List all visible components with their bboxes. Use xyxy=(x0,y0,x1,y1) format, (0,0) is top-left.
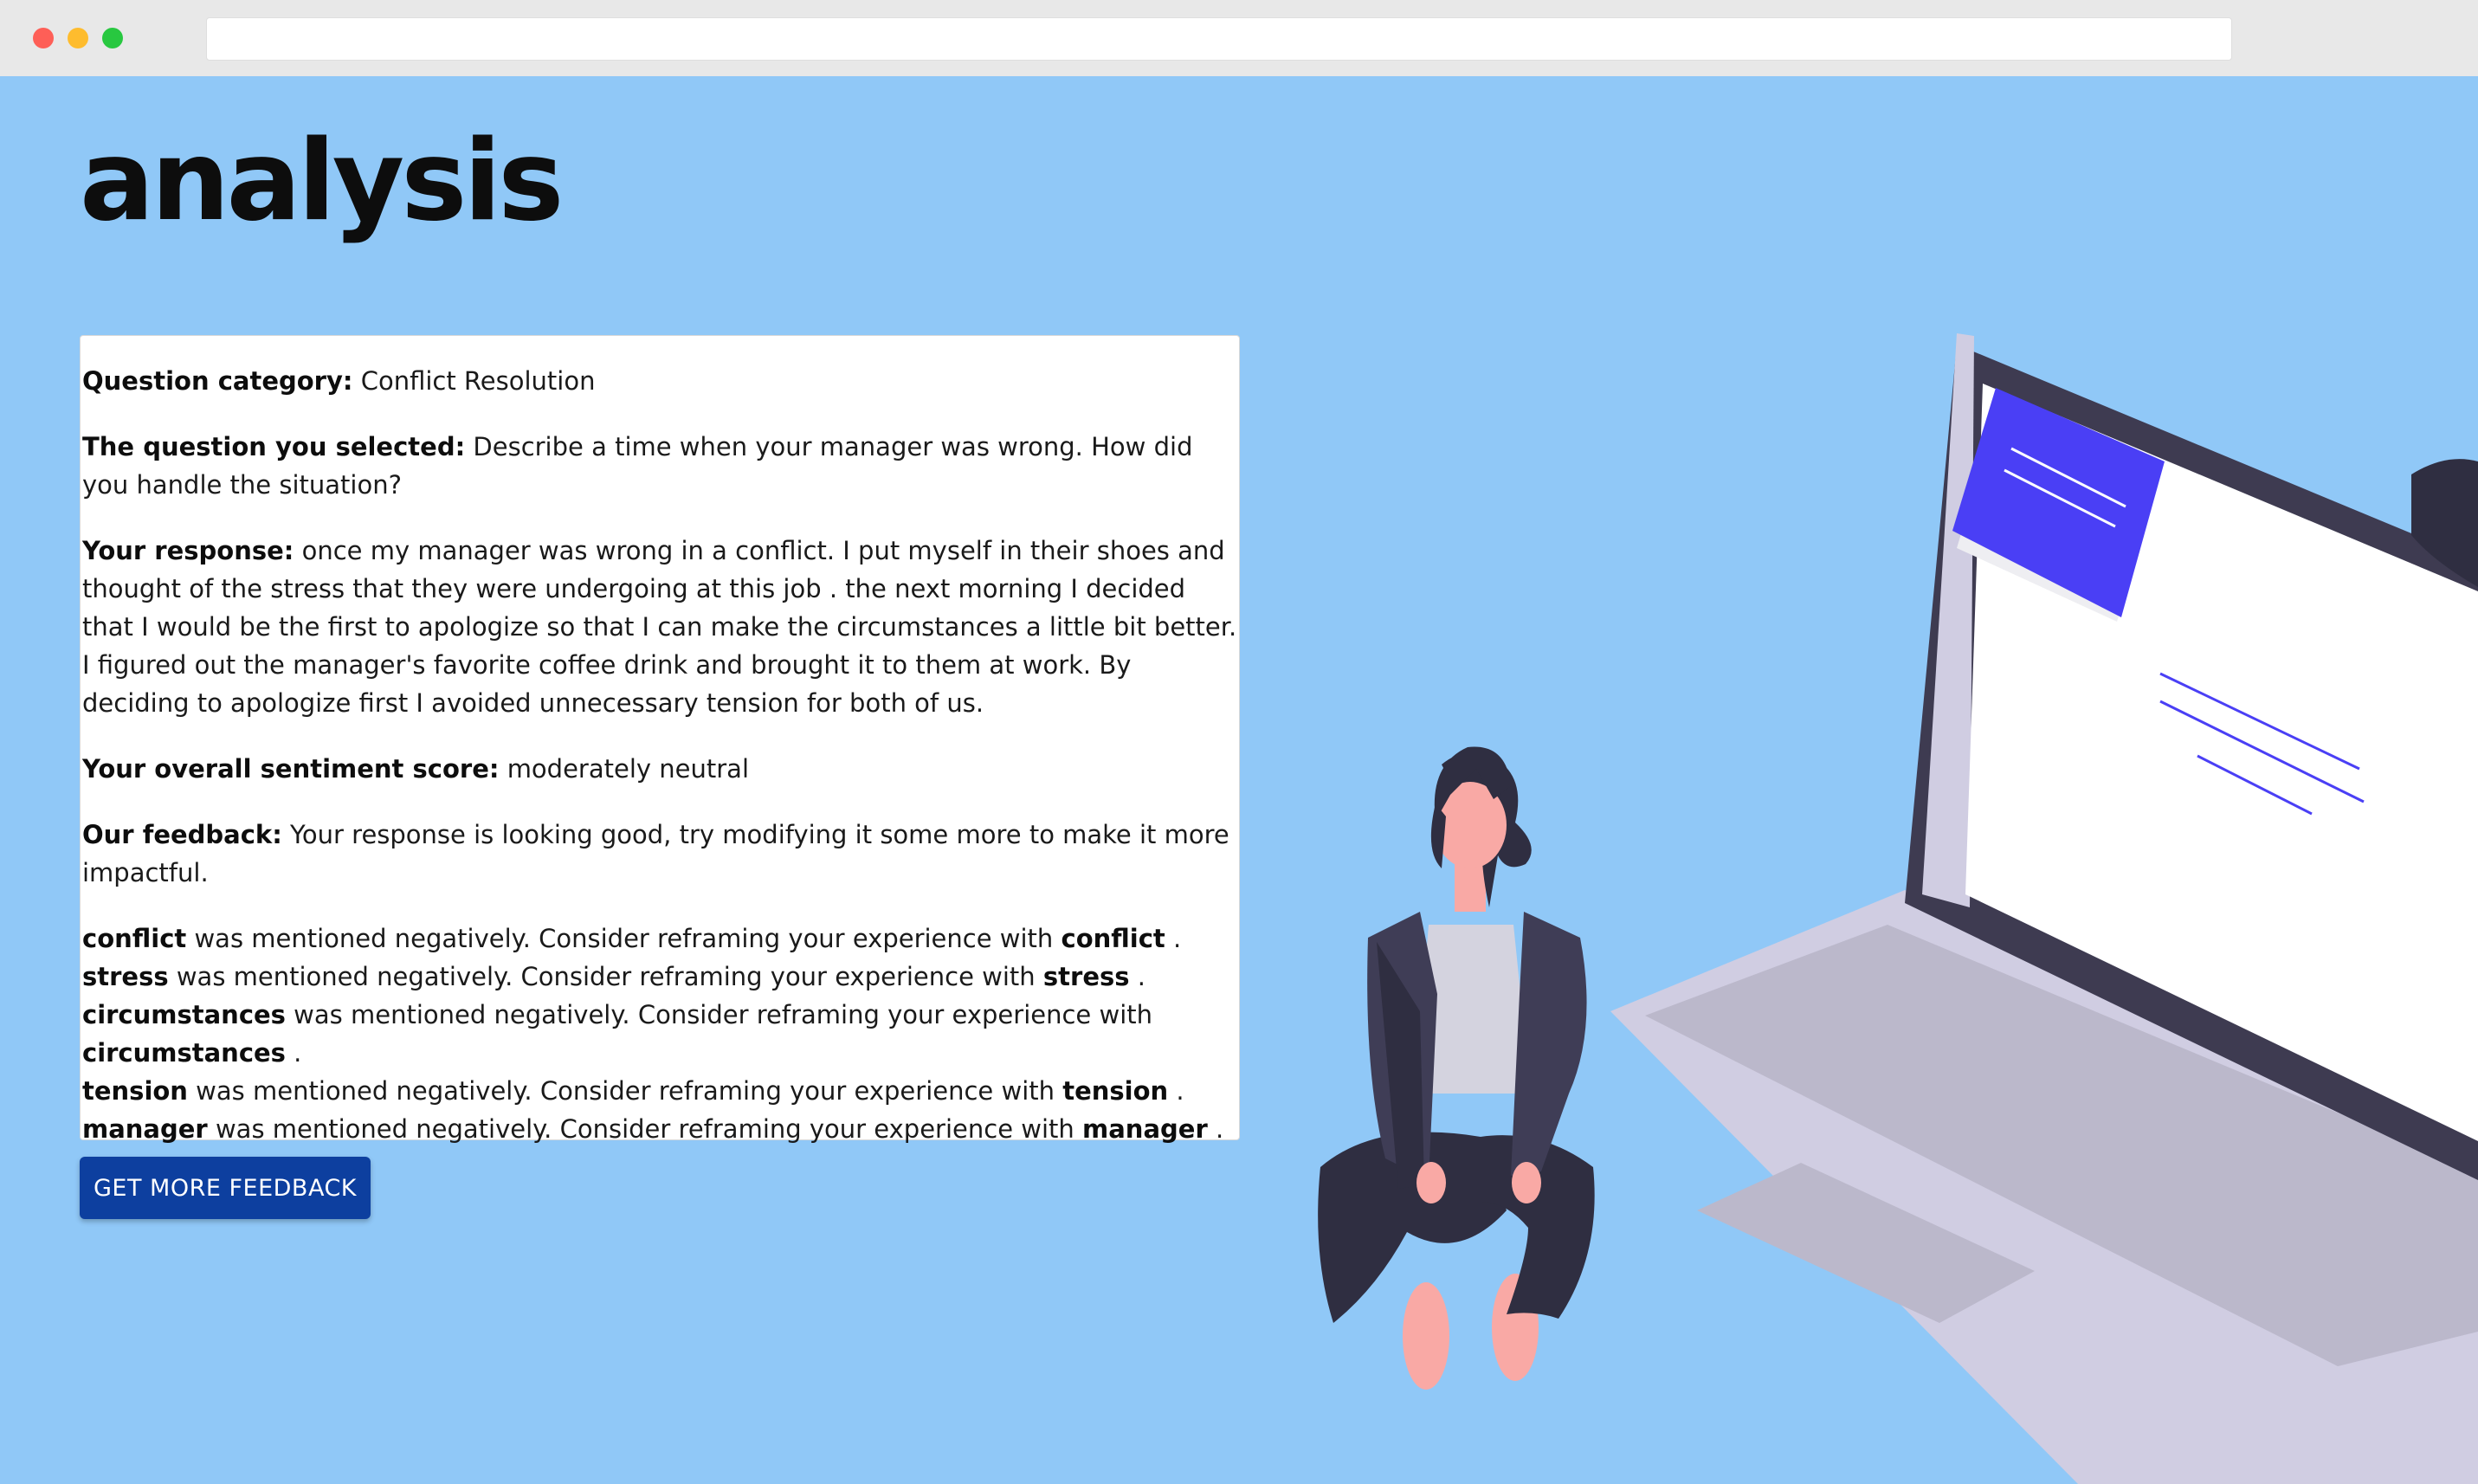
woman-laptop-illustration xyxy=(1318,333,2478,1484)
reframe-word: tension xyxy=(1062,1076,1169,1106)
question-category: Question category: Conflict Resolution xyxy=(82,362,1239,400)
negative-word-item: conflict was mentioned negatively. Consi… xyxy=(82,924,1182,953)
negative-word-text: was mentioned negatively. Consider refra… xyxy=(176,962,1036,991)
selected-question: The question you selected: Describe a ti… xyxy=(82,428,1239,504)
selected-question-label: The question you selected: xyxy=(82,432,466,461)
sentiment-score: Your overall sentiment score: moderately… xyxy=(82,750,1239,788)
negative-word-item: stress was mentioned negatively. Conside… xyxy=(82,962,1145,991)
feedback: Our feedback: Your response is looking g… xyxy=(82,816,1239,892)
reframe-word: manager xyxy=(1082,1114,1208,1144)
negative-word-text: was mentioned negatively. Consider refra… xyxy=(196,1076,1055,1106)
negative-word: circumstances xyxy=(82,1000,286,1029)
negative-word: stress xyxy=(82,962,169,991)
reframe-word: circumstances xyxy=(82,1038,286,1068)
minimize-window-button[interactable] xyxy=(68,28,88,48)
reframe-word: conflict xyxy=(1061,924,1165,953)
negative-word: tension xyxy=(82,1076,188,1106)
feedback-label: Our feedback: xyxy=(82,820,282,849)
negative-word-text: was mentioned negatively. Consider refra… xyxy=(194,924,1054,953)
close-window-button[interactable] xyxy=(33,28,54,48)
negative-word-item: manager was mentioned negatively. Consid… xyxy=(82,1114,1224,1144)
page-title: analysis xyxy=(80,117,564,246)
sentiment-score-label: Your overall sentiment score: xyxy=(82,754,500,784)
question-category-label: Question category: xyxy=(82,366,353,396)
negative-word-text: was mentioned negatively. Consider refra… xyxy=(215,1114,1074,1144)
get-more-feedback-button[interactable]: GET MORE FEEDBACK xyxy=(80,1157,371,1219)
negative-word: manager xyxy=(82,1114,208,1144)
user-response-label: Your response: xyxy=(82,536,294,565)
analysis-card: Question category: Conflict Resolution T… xyxy=(80,335,1240,1144)
question-category-value: Conflict Resolution xyxy=(360,366,596,396)
sentiment-score-value: moderately neutral xyxy=(507,754,749,784)
address-bar[interactable] xyxy=(206,17,2232,61)
negative-word-text: was mentioned negatively. Consider refra… xyxy=(294,1000,1153,1029)
negative-word: conflict xyxy=(82,924,187,953)
maximize-window-button[interactable] xyxy=(102,28,123,48)
reframe-word: stress xyxy=(1042,962,1130,991)
negative-word-item: circumstances was mentioned negatively. … xyxy=(82,1000,1153,1068)
laptop-screen-edge xyxy=(1922,333,1974,907)
browser-chrome xyxy=(0,0,2478,77)
negative-word-list: conflict was mentioned negatively. Consi… xyxy=(82,919,1239,1148)
negative-word-item: tension was mentioned negatively. Consid… xyxy=(82,1076,1184,1106)
page-content: analysis Question category: Conflict Res… xyxy=(0,76,2478,1484)
woman-figure xyxy=(1318,746,1595,1390)
user-response: Your response: once my manager was wrong… xyxy=(82,532,1239,722)
